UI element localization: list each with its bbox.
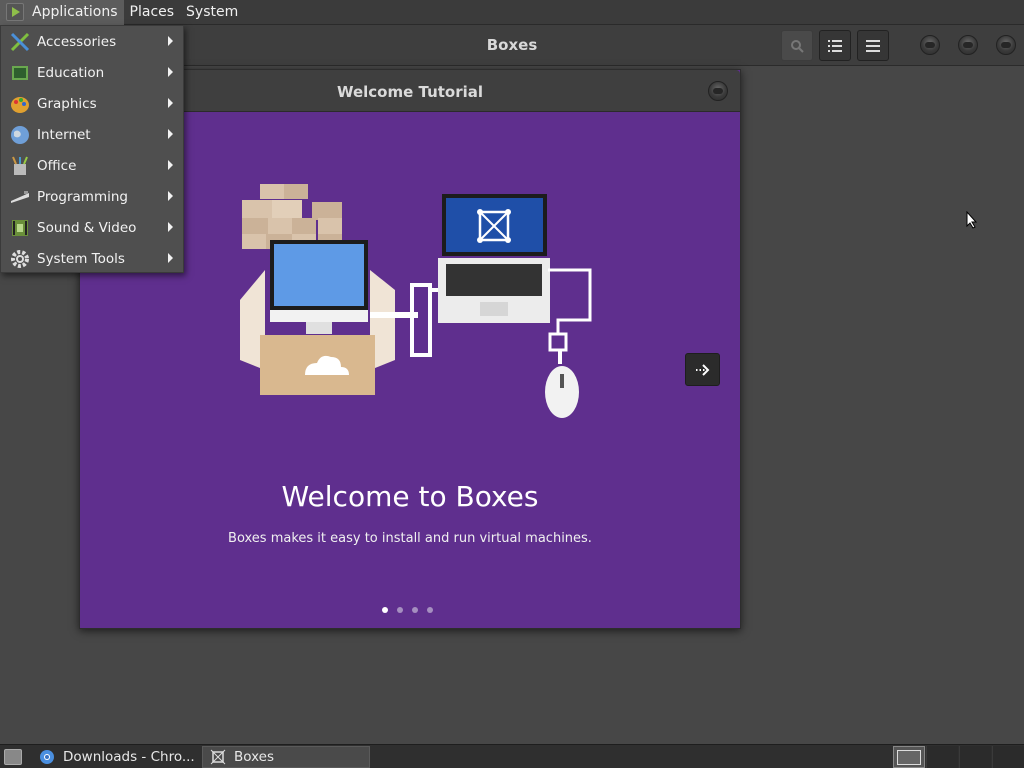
menu-item-internet[interactable]: Internet [1, 119, 183, 150]
page-indicator [382, 607, 433, 613]
applications-icon [6, 3, 24, 21]
applications-menu-button[interactable]: Applications [0, 0, 124, 25]
taskbar-item-label: Boxes [234, 749, 275, 765]
menu-item-label: Internet [37, 126, 91, 143]
sound-video-icon [9, 217, 31, 239]
welcome-description: Boxes makes it easy to install and run v… [228, 531, 592, 546]
close-button[interactable] [996, 35, 1016, 55]
menu-item-education[interactable]: Education [1, 57, 183, 88]
welcome-heading: Welcome to Boxes [281, 480, 539, 513]
list-icon [828, 39, 842, 52]
boxes-illustration [240, 184, 592, 418]
menu-item-office[interactable]: Office [1, 150, 183, 181]
places-menu-button[interactable]: Places [124, 0, 181, 25]
applications-label: Applications [32, 4, 118, 20]
graphics-icon [9, 93, 31, 115]
list-view-button[interactable] [819, 30, 851, 61]
submenu-arrow-icon [168, 67, 173, 77]
system-label: System [186, 4, 239, 20]
places-label: Places [129, 4, 175, 20]
submenu-arrow-icon [168, 160, 173, 170]
next-page-button[interactable] [685, 353, 720, 386]
applications-dropdown-menu: Accessories Education Graphics Internet … [0, 25, 184, 273]
menu-item-label: Office [37, 157, 77, 174]
menu-item-label: Education [37, 64, 105, 81]
page-dot[interactable] [427, 607, 433, 613]
menu-item-accessories[interactable]: Accessories [1, 26, 183, 57]
top-panel: Applications Places System [0, 0, 1024, 25]
menu-button[interactable] [857, 30, 889, 61]
internet-icon [9, 124, 31, 146]
page-dot[interactable] [397, 607, 403, 613]
boxed-computer-icon [240, 240, 432, 395]
laptop-icon [430, 194, 592, 418]
show-desktop-button[interactable] [4, 749, 22, 765]
chrome-icon [38, 748, 56, 766]
workspace-2[interactable] [926, 746, 958, 768]
submenu-arrow-icon [168, 129, 173, 139]
accessories-icon [9, 31, 31, 53]
submenu-arrow-icon [168, 36, 173, 46]
menu-item-programming[interactable]: Programming [1, 181, 183, 212]
submenu-arrow-icon [168, 191, 173, 201]
menu-item-label: System Tools [37, 250, 125, 267]
submenu-arrow-icon [168, 98, 173, 108]
search-button[interactable] [781, 30, 813, 61]
boxes-icon [209, 748, 227, 766]
taskbar-item-label: Downloads - Chro... [63, 749, 195, 765]
taskbar-item-boxes[interactable]: Boxes [202, 746, 370, 768]
workspace-4[interactable] [992, 746, 1024, 768]
menu-item-label: Programming [37, 188, 128, 205]
programming-icon [9, 186, 31, 208]
submenu-arrow-icon [168, 222, 173, 232]
mouse-pointer-icon [966, 211, 978, 229]
minimize-button[interactable] [920, 35, 940, 55]
menu-item-graphics[interactable]: Graphics [1, 88, 183, 119]
menu-item-sound-video[interactable]: Sound & Video [1, 212, 183, 243]
menu-item-label: Accessories [37, 33, 117, 50]
submenu-arrow-icon [168, 253, 173, 263]
tutorial-close-button[interactable] [708, 81, 728, 101]
page-dot[interactable] [412, 607, 418, 613]
system-menu-button[interactable]: System [180, 0, 244, 25]
page-dot[interactable] [382, 607, 388, 613]
taskbar-item-downloads-chrome[interactable]: Downloads - Chro... [32, 746, 198, 768]
system-tools-icon [9, 248, 31, 270]
bottom-taskbar: Downloads - Chro... Boxes [0, 744, 1024, 768]
arrow-right-icon [695, 363, 709, 376]
search-icon [791, 39, 804, 53]
workspace-1[interactable] [893, 746, 925, 768]
workspace-3[interactable] [959, 746, 991, 768]
menu-item-label: Sound & Video [37, 219, 137, 236]
hamburger-icon [866, 39, 880, 52]
education-icon [9, 62, 31, 84]
stacked-boxes-icon [242, 184, 342, 249]
maximize-button[interactable] [958, 35, 978, 55]
office-icon [9, 155, 31, 177]
menu-item-system-tools[interactable]: System Tools [1, 243, 183, 274]
menu-item-label: Graphics [37, 95, 97, 112]
